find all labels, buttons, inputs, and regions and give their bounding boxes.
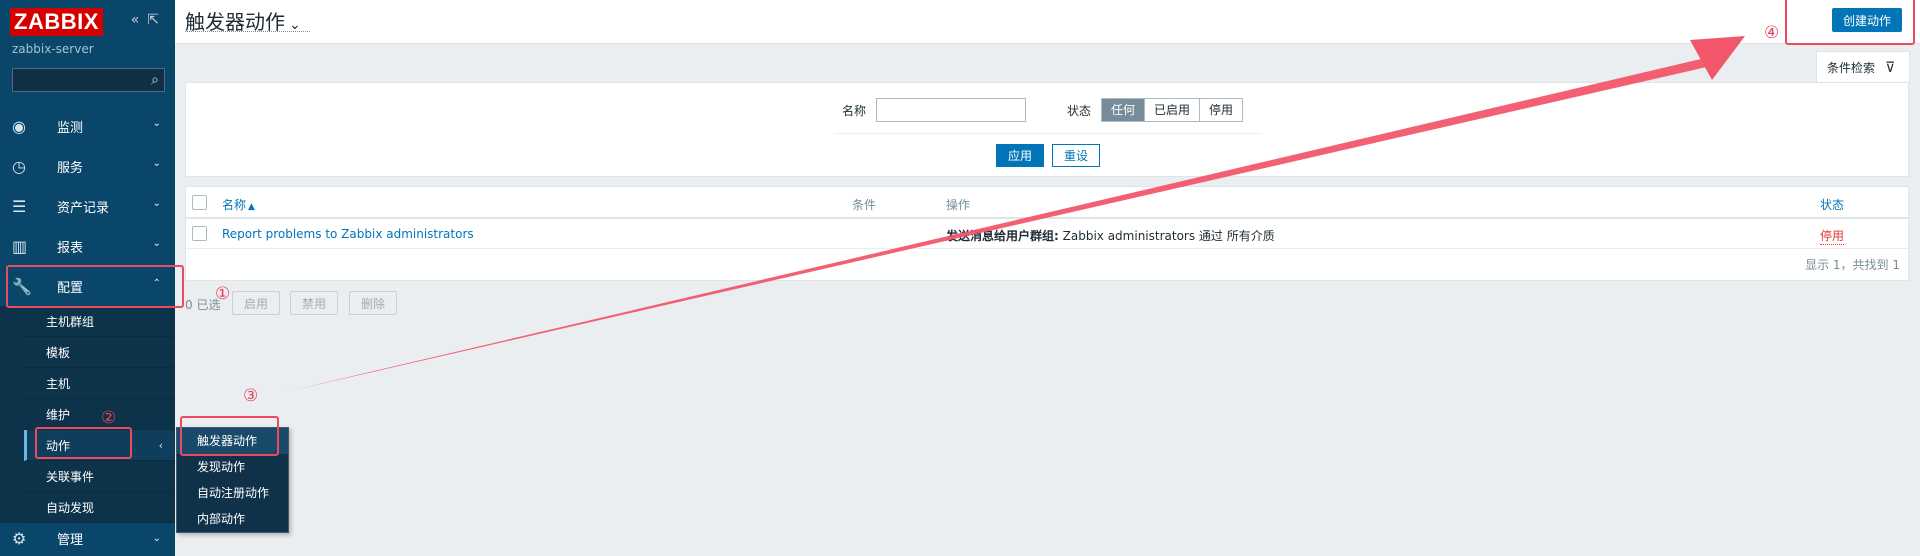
annotation-arrow xyxy=(285,58,1711,392)
annotation-arrow-svg xyxy=(285,36,1745,392)
annotation-arrowhead xyxy=(1690,36,1745,80)
